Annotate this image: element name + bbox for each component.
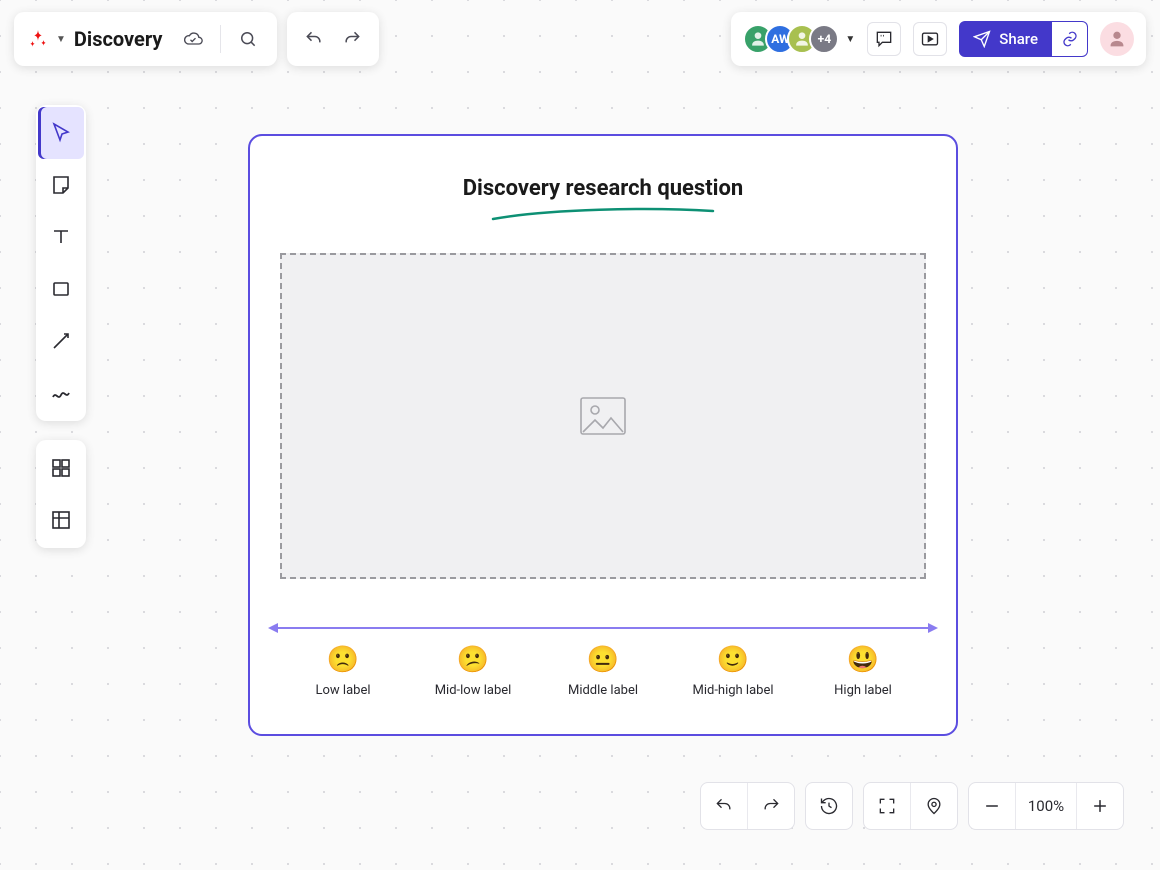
- version-history-button[interactable]: [806, 783, 852, 829]
- current-user-avatar[interactable]: [1100, 22, 1134, 56]
- doc-title-panel: ▼ Discovery: [14, 12, 277, 66]
- undo-button[interactable]: [297, 22, 331, 56]
- divider: [220, 25, 221, 53]
- zoom-in-button[interactable]: [1077, 783, 1123, 829]
- underline-decoration: [488, 205, 718, 225]
- slider-axis: [278, 627, 928, 629]
- tool-templates[interactable]: [38, 442, 84, 494]
- tool-palette: [36, 105, 86, 421]
- location-button[interactable]: [911, 783, 957, 829]
- emoji-icon: 😃: [847, 647, 879, 673]
- navigation-history-group: [700, 782, 795, 830]
- slider-stop[interactable]: 😃 High label: [798, 647, 928, 698]
- app-logo-icon[interactable]: [24, 25, 52, 53]
- collaborator-menu-caret-icon[interactable]: ▼: [845, 34, 855, 45]
- view-controls: 100%: [700, 782, 1124, 830]
- collaborator-avatars[interactable]: AW +4 ▼: [743, 24, 855, 54]
- slider-stop[interactable]: 🙁 Low label: [278, 647, 408, 698]
- slider-stop-label: Mid-high label: [692, 683, 773, 698]
- collaborator-overflow[interactable]: +4: [809, 24, 839, 54]
- tool-line[interactable]: [38, 315, 84, 367]
- document-title[interactable]: Discovery: [74, 27, 163, 51]
- tool-frames[interactable]: [38, 494, 84, 546]
- history-panel: [287, 12, 379, 66]
- redo-button[interactable]: [335, 22, 369, 56]
- share-group: Share: [959, 21, 1088, 57]
- tool-select[interactable]: [38, 107, 84, 159]
- collab-panel: AW +4 ▼ Share: [731, 12, 1146, 66]
- copy-link-button[interactable]: [1052, 21, 1088, 57]
- zoom-out-button[interactable]: [969, 783, 1015, 829]
- emoji-icon: 🙁: [327, 647, 359, 673]
- history-group: [805, 782, 853, 830]
- share-button[interactable]: Share: [959, 21, 1052, 57]
- emoji-icon: 😐: [587, 647, 619, 673]
- slider-stops: 🙁 Low label 😕 Mid-low label 😐 Middle lab…: [278, 647, 928, 698]
- nav-forward-button[interactable]: [748, 783, 794, 829]
- nav-back-button[interactable]: [701, 783, 747, 829]
- fit-view-button[interactable]: [864, 783, 910, 829]
- canvas-frame[interactable]: Discovery research question 🙁 Low label …: [248, 134, 958, 736]
- view-mode-group: [863, 782, 958, 830]
- share-label: Share: [999, 30, 1038, 48]
- tool-sticky-note[interactable]: [38, 159, 84, 211]
- tool-palette-secondary: [36, 440, 86, 548]
- slider-stop-label: Middle label: [568, 683, 638, 698]
- slider-stop[interactable]: 😕 Mid-low label: [408, 647, 538, 698]
- rating-slider[interactable]: 🙁 Low label 😕 Mid-low label 😐 Middle lab…: [278, 627, 928, 698]
- image-placeholder[interactable]: [280, 253, 926, 579]
- zoom-level[interactable]: 100%: [1016, 783, 1076, 829]
- tool-pen[interactable]: [38, 367, 84, 419]
- slider-stop[interactable]: 😐 Middle label: [538, 647, 668, 698]
- present-button[interactable]: [913, 22, 947, 56]
- search-button[interactable]: [229, 20, 267, 58]
- emoji-icon: 🙂: [717, 647, 749, 673]
- comment-button[interactable]: [867, 22, 901, 56]
- frame-title[interactable]: Discovery research question: [250, 176, 956, 201]
- tool-shape[interactable]: [38, 263, 84, 315]
- emoji-icon: 😕: [457, 647, 489, 673]
- send-icon: [973, 30, 991, 48]
- slider-stop-label: High label: [834, 683, 892, 698]
- link-icon: [1061, 30, 1079, 48]
- zoom-group: 100%: [968, 782, 1124, 830]
- image-placeholder-icon: [579, 396, 627, 436]
- sync-status-icon[interactable]: [174, 20, 212, 58]
- slider-stop-label: Mid-low label: [435, 683, 512, 698]
- slider-stop-label: Low label: [316, 683, 371, 698]
- app-menu-caret-icon[interactable]: ▼: [56, 34, 66, 45]
- tool-text[interactable]: [38, 211, 84, 263]
- slider-stop[interactable]: 🙂 Mid-high label: [668, 647, 798, 698]
